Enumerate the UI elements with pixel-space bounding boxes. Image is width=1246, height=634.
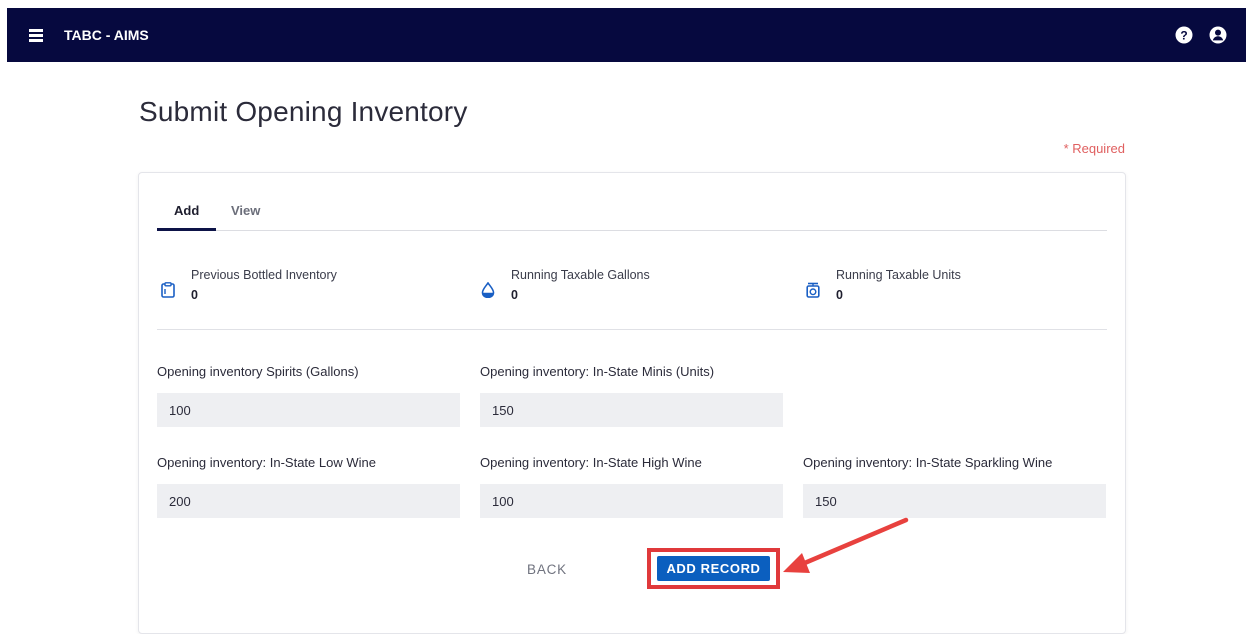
spirits-gallons-input[interactable] bbox=[157, 393, 460, 427]
back-button[interactable]: BACK bbox=[517, 558, 577, 580]
field-label-high-wine: Opening inventory: In-State High Wine bbox=[480, 455, 702, 470]
field-label-low-wine: Opening inventory: In-State Low Wine bbox=[157, 455, 376, 470]
required-note: * Required bbox=[1063, 141, 1125, 156]
low-wine-input[interactable] bbox=[157, 484, 460, 518]
field-label-sparkling-wine: Opening inventory: In-State Sparkling Wi… bbox=[803, 455, 1053, 470]
section-divider bbox=[157, 329, 1107, 330]
stat-value: 0 bbox=[836, 288, 843, 302]
hamburger-menu-icon[interactable] bbox=[29, 27, 47, 43]
high-wine-input[interactable] bbox=[480, 484, 783, 518]
tab-bar: Add View bbox=[157, 195, 1107, 231]
user-account-icon[interactable] bbox=[1208, 25, 1228, 45]
stat-label: Running Taxable Gallons bbox=[511, 268, 650, 282]
add-record-button[interactable]: ADD RECORD bbox=[657, 556, 770, 581]
sparkling-wine-input[interactable] bbox=[803, 484, 1106, 518]
svg-text:?: ? bbox=[1180, 29, 1187, 43]
tab-view[interactable]: View bbox=[231, 203, 260, 218]
scale-weight-icon bbox=[806, 282, 820, 298]
page-title: Submit Opening Inventory bbox=[139, 96, 468, 127]
field-label-spirits: Opening inventory Spirits (Gallons) bbox=[157, 364, 359, 379]
add-record-highlight-box: ADD RECORD bbox=[647, 548, 780, 589]
tab-add[interactable]: Add bbox=[174, 203, 199, 218]
top-app-bar: TABC - AIMS ? bbox=[7, 8, 1246, 62]
stat-label: Running Taxable Units bbox=[836, 268, 961, 282]
stat-value: 0 bbox=[191, 288, 198, 302]
stat-value: 0 bbox=[511, 288, 518, 302]
annotation-arrow-icon bbox=[783, 517, 909, 573]
help-circle-icon[interactable]: ? bbox=[1174, 25, 1194, 45]
active-tab-indicator bbox=[157, 228, 216, 231]
stat-label: Previous Bottled Inventory bbox=[191, 268, 337, 282]
app-title: TABC - AIMS bbox=[64, 27, 149, 43]
field-label-minis: Opening inventory: In-State Minis (Units… bbox=[480, 364, 715, 379]
minis-units-input[interactable] bbox=[480, 393, 783, 427]
clipboard-icon bbox=[161, 282, 175, 298]
inventory-form-card: Add View Previous Bottled Inventory 0 Ru… bbox=[138, 172, 1126, 634]
water-drop-icon bbox=[481, 282, 495, 298]
